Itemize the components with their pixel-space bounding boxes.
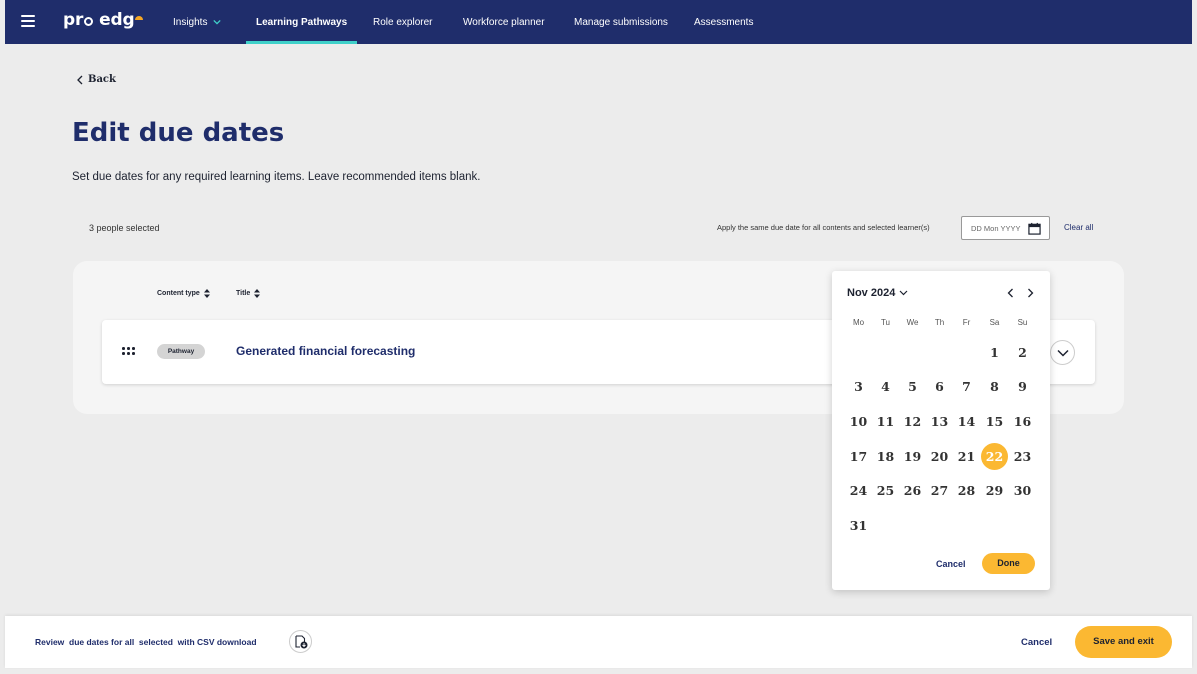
calendar-day[interactable]: 5 [899,373,926,400]
chevron-down-icon [899,290,908,296]
weekday-header: We [906,318,919,327]
due-date-input[interactable]: DD Mon YYYY [961,216,1050,240]
date-picker-popover: Nov 2024 Mo Tu We Th Fr Sa Su 1 2 3 4 5 6 7 8 9 10 11 12 13… [832,271,1050,590]
calendar-day[interactable]: 8 [981,373,1008,400]
calendar-day[interactable]: 2 [1009,339,1036,366]
weekday-header: Fr [962,318,971,327]
calendar-day[interactable]: 29 [981,477,1008,504]
previous-month-button[interactable] [1004,286,1016,300]
calendar-day[interactable]: 19 [899,443,926,470]
nav-item-role-explorer[interactable]: Role explorer [373,0,432,44]
nav-item-label: Role explorer [373,16,433,28]
csv-download-icon [294,634,307,648]
calendar-day[interactable]: 3 [845,373,872,400]
calendar-day[interactable]: 12 [899,408,926,435]
next-month-button[interactable] [1024,286,1036,300]
calendar-day[interactable]: 31 [845,512,872,539]
column-label: Content type [157,290,200,297]
chevron-left-icon [1007,288,1013,298]
calendar-day[interactable]: 24 [845,477,872,504]
nav-item-label: Learning Pathways [256,16,348,28]
calendar-cancel-button[interactable]: Cancel [936,559,966,569]
calendar-day[interactable]: 1 [981,339,1008,366]
calendar-day[interactable]: 15 [981,408,1008,435]
calendar-day[interactable]: 9 [1009,373,1036,400]
csv-download-button[interactable] [289,630,312,653]
weekday-header: Th [934,318,945,327]
nav-item-workforce-planner[interactable]: Workforce planner [463,0,545,44]
save-and-exit-button[interactable]: Save and exit [1075,626,1172,658]
nav-item-insights[interactable]: Insights [173,0,222,44]
column-label: Title [236,290,251,297]
sort-icon [203,289,210,298]
expand-row-button[interactable] [1050,340,1075,365]
cancel-button[interactable]: Cancel [1021,637,1052,648]
csv-review-label: Review due dates for all selected with C… [35,637,257,647]
chevron-down-icon [1056,349,1069,357]
calendar-day[interactable]: 13 [926,408,953,435]
calendar-day[interactable]: 28 [953,477,980,504]
calendar-day[interactable]: 17 [845,443,872,470]
page-title: Edit due dates [72,118,285,148]
nav-item-label: Assessments [694,16,754,28]
calendar-day[interactable]: 20 [926,443,953,470]
nav-item-label: Workforce planner [463,16,545,28]
people-selected-count: 3 people selected [89,223,160,233]
nav-item-assessments[interactable]: Assessments [694,0,753,44]
column-header-content-type[interactable]: Content type [157,289,210,298]
calendar-day[interactable]: 4 [872,373,899,400]
calendar-day[interactable]: 25 [872,477,899,504]
chevron-right-icon [1027,288,1033,298]
calendar-day[interactable]: 27 [926,477,953,504]
calendar-day[interactable]: 10 [845,408,872,435]
calendar-day[interactable]: 6 [926,373,953,400]
calendar-day-selected[interactable]: 22 [981,443,1008,470]
back-label: Back [88,74,116,85]
calendar-day[interactable]: 11 [872,408,899,435]
footer-bar: Review due dates for all selected with C… [5,616,1192,668]
back-link[interactable]: Back [76,74,116,85]
logo[interactable]: pr edg [63,10,144,30]
top-nav: pr edg Insights Learning Pathways Role ex… [5,0,1192,44]
weekday-header: Mo [852,318,865,327]
content-type-badge: Pathway [157,344,205,359]
calendar-icon[interactable] [1028,222,1041,235]
calendar-day[interactable]: 23 [1009,443,1036,470]
sort-icon [254,289,261,298]
calendar-day[interactable]: 14 [953,408,980,435]
chevron-left-icon [77,75,83,84]
chevron-down-icon [213,19,222,25]
logo-text-right: edg [99,10,135,30]
logo-text-left: pr [63,10,84,30]
weekday-header: Tu [880,318,891,327]
nav-item-label: Manage submissions [574,16,668,28]
nav-item-learning-pathways[interactable]: Learning Pathways [245,0,358,44]
page-subtitle: Set due dates for any required learning … [72,171,481,183]
menu-icon[interactable] [21,15,35,27]
clear-all-link[interactable]: Clear all [1064,223,1093,232]
month-selector[interactable]: Nov 2024 [847,287,908,299]
calendar-day[interactable]: 18 [872,443,899,470]
calendar-day[interactable]: 16 [1009,408,1036,435]
calendar-done-button[interactable]: Done [982,553,1035,574]
month-label: Nov 2024 [847,287,896,299]
apply-same-date-label: Apply the same due date for all contents… [717,223,930,232]
calendar-day[interactable]: 21 [953,443,980,470]
row-title[interactable]: Generated financial forecasting [236,344,415,358]
calendar-day[interactable]: 30 [1009,477,1036,504]
weekday-header: Su [1017,318,1028,327]
column-header-title[interactable]: Title [236,289,261,298]
drag-handle-icon[interactable] [122,347,135,355]
weekday-header: Sa [989,318,1000,327]
calendar-day[interactable]: 7 [953,373,980,400]
calendar-day[interactable]: 26 [899,477,926,504]
nav-item-manage-submissions[interactable]: Manage submissions [574,0,668,44]
date-placeholder: DD Mon YYYY [971,224,1021,233]
nav-item-label: Insights [173,16,208,28]
